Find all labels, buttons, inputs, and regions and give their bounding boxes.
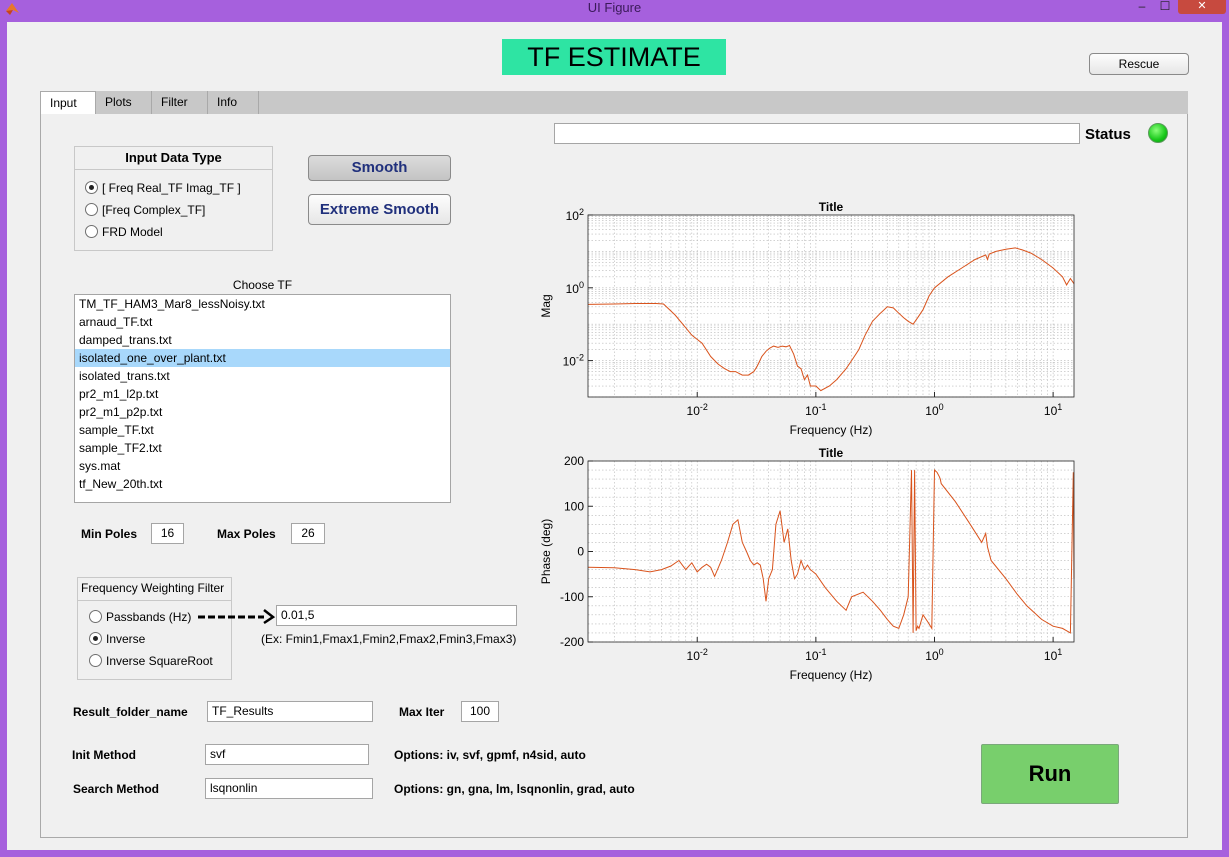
status-label: Status xyxy=(1085,126,1131,143)
x-tick-label: 10-2 xyxy=(687,402,708,418)
dashed-arrow-icon xyxy=(198,609,276,625)
x-tick-label: 10-1 xyxy=(805,402,826,418)
x-axis-label: Frequency (Hz) xyxy=(790,423,873,437)
max-iter-label: Max Iter xyxy=(399,705,445,719)
x-tick-label: 10-1 xyxy=(805,647,826,663)
y-axis-label: Mag xyxy=(539,294,553,317)
y-tick-label: 0 xyxy=(577,545,584,559)
list-item[interactable]: arnaud_TF.txt xyxy=(75,313,450,331)
y-tick-label: -100 xyxy=(560,590,584,604)
choose-tf-listbox[interactable]: TM_TF_HAM3_Mar8_lessNoisy.txt arnaud_TF.… xyxy=(74,294,451,503)
chart-title: Title xyxy=(819,446,844,460)
search-method-field[interactable]: lsqnonlin xyxy=(205,778,373,799)
close-button[interactable]: ✕ xyxy=(1178,0,1226,14)
init-method-label: Init Method xyxy=(72,748,136,762)
extreme-smooth-button[interactable]: Extreme Smooth xyxy=(308,194,451,225)
list-item[interactable]: sample_TF.txt xyxy=(75,421,450,439)
max-iter-field[interactable]: 100 xyxy=(461,701,499,722)
frequency-weighting-title: Frequency Weighting Filter xyxy=(81,581,225,595)
status-field[interactable] xyxy=(554,123,1080,144)
y-tick-label: 100 xyxy=(566,280,584,296)
radio-button-icon[interactable] xyxy=(89,632,102,645)
min-poles-label: Min Poles xyxy=(81,527,138,541)
app-title: TF ESTIMATE xyxy=(502,39,726,75)
y-tick-label: 10-2 xyxy=(563,353,584,369)
tab-filter[interactable]: Filter xyxy=(152,91,208,114)
list-item[interactable]: sample_TF2.txt xyxy=(75,439,450,457)
radio-button-icon[interactable] xyxy=(89,654,102,667)
radio-button-icon[interactable] xyxy=(85,203,98,216)
maximize-button[interactable]: ☐ xyxy=(1156,0,1174,18)
tab-input[interactable]: Input xyxy=(40,91,96,115)
input-data-type-panel: Input Data Type [ Freq Real_TF Imag_TF ]… xyxy=(74,146,273,251)
y-tick-label: 200 xyxy=(564,454,584,468)
radio-button-icon[interactable] xyxy=(85,181,98,194)
y-tick-label: 102 xyxy=(566,207,584,223)
max-poles-field[interactable]: 26 xyxy=(291,523,325,544)
magnitude-chart: 10-2 10-1 100 101 10-2 100 102 Title Frequency (… xyxy=(539,200,1075,437)
list-item[interactable]: isolated_trans.txt xyxy=(75,367,450,385)
init-method-options: Options: iv, svf, gpmf, n4sid, auto xyxy=(394,748,586,762)
y-axis-label: Phase (deg) xyxy=(539,519,553,584)
radio-button-icon[interactable] xyxy=(85,225,98,238)
smooth-button[interactable]: Smooth xyxy=(308,155,451,181)
title-bar[interactable]: UI Figure ‒ ☐ ✕ xyxy=(0,0,1229,18)
result-folder-field[interactable]: TF_Results xyxy=(207,701,373,722)
rescue-button[interactable]: Rescue xyxy=(1089,53,1189,75)
phase-chart: 10-2 10-1 100 101 -200 -100 0 100 200 Title Freque… xyxy=(539,446,1075,682)
list-item[interactable]: pr2_m1_l2p.txt xyxy=(75,385,450,403)
list-item-selected[interactable]: isolated_one_over_plant.txt xyxy=(75,349,450,367)
radio-button-icon[interactable] xyxy=(89,610,102,623)
chart-title: Title xyxy=(819,200,844,214)
choose-tf-label: Choose TF xyxy=(232,278,293,292)
x-axis-label: Frequency (Hz) xyxy=(790,668,873,682)
x-tick-label: 101 xyxy=(1044,647,1062,663)
min-poles-field[interactable]: 16 xyxy=(151,523,184,544)
status-lamp-icon xyxy=(1148,123,1168,143)
x-tick-label: 100 xyxy=(925,647,943,663)
list-item[interactable]: sys.mat xyxy=(75,457,450,475)
frequency-weighting-panel: Frequency Weighting Filter Passbands (Hz… xyxy=(77,577,232,680)
x-tick-label: 10-2 xyxy=(687,647,708,663)
plot-area xyxy=(588,215,1074,397)
list-item[interactable]: damped_trans.txt xyxy=(75,331,450,349)
input-data-type-title: Input Data Type xyxy=(125,150,222,165)
search-method-label: Search Method xyxy=(73,782,160,796)
x-tick-label: 101 xyxy=(1044,402,1062,418)
tab-plots[interactable]: Plots xyxy=(96,91,152,114)
passbands-field[interactable]: 0.01,5 xyxy=(276,605,517,626)
result-folder-label: Result_folder_name xyxy=(73,705,188,719)
init-method-field[interactable]: svf xyxy=(205,744,369,765)
y-tick-label: -200 xyxy=(560,635,584,649)
tab-info[interactable]: Info xyxy=(208,91,259,114)
run-button[interactable]: Run xyxy=(981,744,1119,804)
search-method-options: Options: gn, gna, lm, lsqnonlin, grad, a… xyxy=(394,782,635,796)
list-item[interactable]: tf_New_20th.txt xyxy=(75,475,450,493)
minimize-button[interactable]: ‒ xyxy=(1130,0,1154,18)
passbands-hint: (Ex: Fmin1,Fmax1,Fmin2,Fmax2,Fmin3,Fmax3… xyxy=(261,632,517,646)
x-tick-label: 100 xyxy=(925,402,943,418)
max-poles-label: Max Poles xyxy=(217,527,276,541)
y-tick-label: 100 xyxy=(564,499,584,513)
list-item[interactable]: pr2_m1_p2p.txt xyxy=(75,403,450,421)
window-title: UI Figure xyxy=(587,0,642,15)
tab-bar: Input Plots Filter Info xyxy=(40,91,1188,115)
list-item[interactable]: TM_TF_HAM3_Mar8_lessNoisy.txt xyxy=(75,295,450,313)
